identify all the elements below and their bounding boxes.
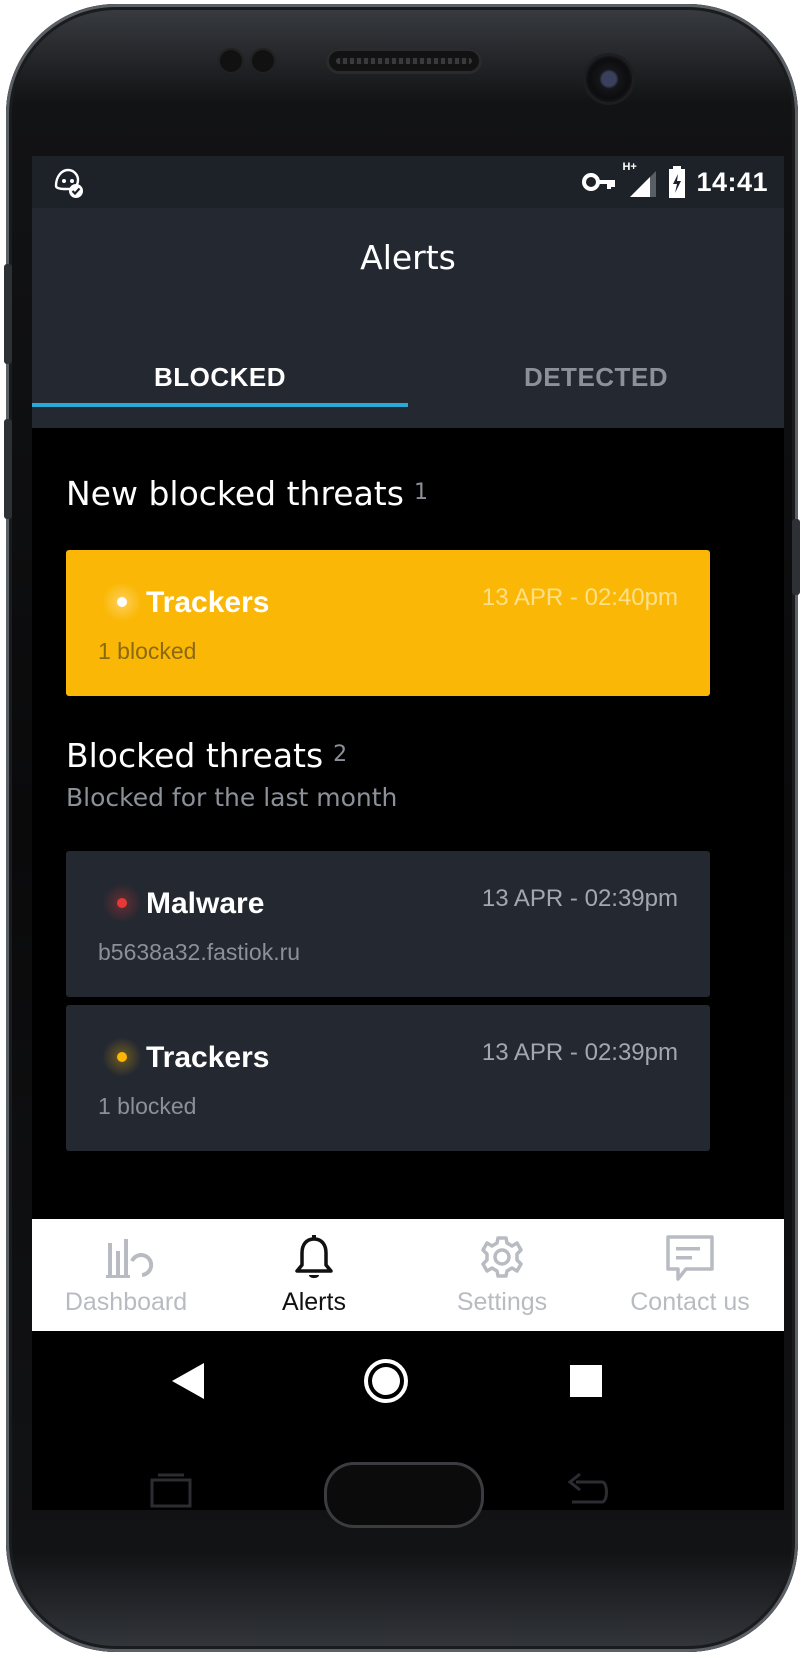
nav-label: Settings (456, 1288, 548, 1316)
threat-name: Trackers (146, 586, 270, 619)
nav-contact[interactable]: Contact us (596, 1219, 784, 1331)
hardware-back-icon (567, 1472, 608, 1504)
threat-detail: b5638a32.fastiok.ru (98, 939, 301, 965)
blocked-threats-heading: Blocked threats 2 (66, 736, 347, 775)
proximity-sensor (218, 48, 244, 74)
bottom-navigation: Dashboard Alerts Settings Contact us (32, 1219, 784, 1331)
malware-dot-icon (102, 883, 142, 923)
earpiece-speaker (326, 48, 482, 74)
gear-icon (481, 1236, 523, 1278)
signal-icon: H+ (622, 161, 658, 199)
tracker-dot (117, 1052, 127, 1062)
tab-indicator (32, 403, 408, 407)
malware-dot (117, 898, 127, 908)
bell-icon (295, 1235, 333, 1278)
home-icon[interactable] (362, 1357, 410, 1405)
blocked-threats-count: 2 (333, 742, 348, 767)
status-bar: H+ 14:41 (32, 156, 784, 208)
threat-name: Trackers (146, 1041, 270, 1074)
nav-alerts[interactable]: Alerts (220, 1219, 408, 1331)
threat-name: Malware (146, 887, 265, 920)
vpn-key-icon (582, 173, 616, 191)
nav-label: Alerts (282, 1288, 346, 1316)
new-threat-card[interactable]: Trackers 13 APR - 02:40pm 1 blocked (66, 550, 710, 696)
dashboard-icon (106, 1239, 154, 1278)
battery-icon (669, 166, 686, 198)
system-navigation-bar (32, 1331, 784, 1431)
hardware-home-button (324, 1462, 484, 1528)
app-bar: Alerts BLOCKED DETECTED (32, 208, 784, 428)
recents-icon[interactable] (570, 1365, 602, 1397)
volume-button (4, 264, 12, 364)
clock: 14:41 (696, 166, 768, 197)
hardware-recents-icon (150, 1473, 192, 1508)
threat-date: 13 APR - 02:40pm (481, 584, 678, 611)
new-threats-count: 1 (413, 480, 428, 505)
threat-detail: 1 blocked (98, 638, 197, 664)
tracker-dot-icon (102, 582, 142, 622)
nav-label: Contact us (630, 1288, 750, 1316)
nav-dashboard[interactable]: Dashboard (32, 1219, 220, 1331)
new-threats-title: New blocked threats (66, 474, 404, 513)
nav-settings[interactable]: Settings (408, 1219, 596, 1331)
tracker-dot (117, 597, 127, 607)
threat-card-trackers[interactable]: Trackers 13 APR - 02:39pm 1 blocked (66, 1005, 710, 1151)
threat-card-malware[interactable]: Malware 13 APR - 02:39pm b5638a32.fastio… (66, 851, 710, 997)
chat-icon (666, 1235, 714, 1281)
page-title: Alerts (360, 238, 456, 277)
shield-app-icon (54, 168, 83, 198)
back-icon[interactable] (170, 1361, 206, 1401)
blocked-threats-subtitle: Blocked for the last month (66, 783, 398, 812)
front-camera (586, 56, 632, 102)
threat-date: 13 APR - 02:39pm (481, 885, 678, 912)
tab-detected[interactable]: DETECTED (408, 338, 784, 416)
phone-frame: H+ 14:41 Alerts BLOCKED DETECTED New blo… (4, 4, 800, 1652)
blocked-threats-title: Blocked threats (66, 736, 324, 775)
threat-date: 13 APR - 02:39pm (481, 1039, 678, 1066)
threat-detail: 1 blocked (98, 1093, 197, 1119)
power-button (792, 519, 800, 595)
screen: H+ 14:41 Alerts BLOCKED DETECTED New blo… (32, 156, 784, 1510)
status-icons: H+ 14:41 (582, 161, 768, 200)
tracker-dot-icon (102, 1037, 142, 1077)
new-threats-heading: New blocked threats 1 (66, 474, 428, 513)
bixby-button (4, 419, 12, 519)
iris-sensor (250, 48, 276, 74)
nav-label: Dashboard (64, 1288, 188, 1316)
